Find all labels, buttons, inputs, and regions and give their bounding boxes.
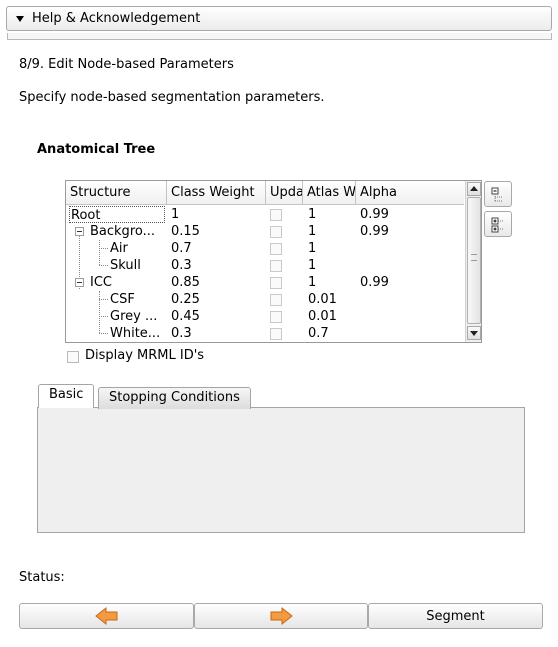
atlas-weight: 1 xyxy=(308,241,317,256)
tab-stopping-conditions[interactable]: Stopping Conditions xyxy=(98,387,251,409)
class-weight: 0.3 xyxy=(171,326,192,341)
class-weight: 0.7 xyxy=(171,241,192,256)
atlas-weight: 1 xyxy=(308,207,317,222)
column-alpha[interactable]: Alpha xyxy=(356,181,464,205)
collapse-tree-icon xyxy=(491,187,502,202)
tree-row-skull[interactable]: Skull 0.3 1 xyxy=(66,257,464,274)
atlas-weight: 1 xyxy=(308,258,317,273)
class-weight: 0.45 xyxy=(171,309,200,324)
structure-name: CSF xyxy=(110,292,135,307)
help-collapsed-panel xyxy=(7,33,552,40)
collapse-triangle-icon xyxy=(16,15,24,22)
back-button[interactable] xyxy=(19,603,194,629)
update-checkbox[interactable] xyxy=(270,277,282,289)
tree-row-root[interactable]: Root 1 1 0.99 xyxy=(66,206,464,223)
alpha: 0.99 xyxy=(360,207,389,222)
segment-button-label: Segment xyxy=(426,608,485,624)
update-checkbox[interactable] xyxy=(270,243,282,255)
display-mrml-ids-label[interactable]: Display MRML ID's xyxy=(85,348,204,363)
status-label: Status: xyxy=(19,570,65,585)
step-description: Specify node-based segmentation paramete… xyxy=(19,90,325,105)
atlas-weight: 1 xyxy=(308,224,317,239)
structure-name: ICC xyxy=(90,275,112,290)
column-structure[interactable]: Structure xyxy=(66,181,167,205)
anatomical-tree-heading: Anatomical Tree xyxy=(37,142,156,157)
class-weight: 0.3 xyxy=(171,258,192,273)
update-checkbox[interactable] xyxy=(270,260,282,272)
tree-header: Structure Class Weight Upda Atlas W Alph… xyxy=(66,181,464,205)
next-button[interactable] xyxy=(194,603,368,629)
update-checkbox[interactable] xyxy=(270,226,282,238)
atlas-weight: 0.7 xyxy=(308,326,329,341)
collapse-node-icon[interactable] xyxy=(75,278,84,287)
help-title: Help & Acknowledgement xyxy=(32,11,201,26)
atlas-weight: 0.01 xyxy=(308,292,337,307)
tree-row-background[interactable]: Backgro... 0.15 1 0.99 xyxy=(66,223,464,240)
scroll-down-button[interactable] xyxy=(467,326,481,340)
scroll-up-button[interactable] xyxy=(467,182,481,196)
update-checkbox[interactable] xyxy=(270,311,282,323)
structure-name: Air xyxy=(110,241,128,256)
tree-row-icc[interactable]: ICC 0.85 1 0.99 xyxy=(66,274,464,291)
segment-button[interactable]: Segment xyxy=(368,603,543,629)
arrow-left-icon xyxy=(94,606,117,626)
alpha: 0.99 xyxy=(360,224,389,239)
expand-tree-icon xyxy=(491,217,503,233)
tab-content-panel xyxy=(37,407,525,533)
atlas-weight: 0.01 xyxy=(308,309,337,324)
tree-row-white-matter[interactable]: White... 0.3 0.7 xyxy=(66,325,464,342)
update-checkbox[interactable] xyxy=(270,294,282,306)
alpha: 0.99 xyxy=(360,275,389,290)
class-weight: 0.85 xyxy=(171,275,200,290)
structure-name: White... xyxy=(110,326,161,341)
tree-row-air[interactable]: Air 0.7 1 xyxy=(66,240,464,257)
step-title: 8/9. Edit Node-based Parameters xyxy=(19,57,234,72)
arrow-right-icon xyxy=(270,606,293,626)
column-atlas-weight[interactable]: Atlas W xyxy=(303,181,356,205)
tab-basic[interactable]: Basic xyxy=(38,384,95,408)
column-class-weight[interactable]: Class Weight xyxy=(167,181,266,205)
column-update[interactable]: Upda xyxy=(266,181,303,205)
tree-vertical-scrollbar[interactable] xyxy=(465,181,481,342)
chevron-up-icon xyxy=(470,186,478,191)
tree-row-grey-matter[interactable]: Grey ... 0.45 0.01 xyxy=(66,308,464,325)
structure-name: Backgro... xyxy=(90,224,155,239)
class-weight: 1 xyxy=(171,207,180,222)
display-mrml-ids-checkbox[interactable] xyxy=(67,351,79,363)
scrollbar-thumb[interactable] xyxy=(467,197,481,324)
class-weight: 0.25 xyxy=(171,292,200,307)
update-checkbox[interactable] xyxy=(270,209,282,221)
structure-name: Grey ... xyxy=(110,309,158,324)
tree-row-csf[interactable]: CSF 0.25 0.01 xyxy=(66,291,464,308)
collapse-all-button[interactable] xyxy=(484,181,512,207)
atlas-weight: 1 xyxy=(308,275,317,290)
help-acknowledgement-header[interactable]: Help & Acknowledgement xyxy=(6,6,552,31)
class-weight: 0.15 xyxy=(171,224,200,239)
structure-name: Skull xyxy=(110,258,141,273)
update-checkbox[interactable] xyxy=(270,328,282,340)
collapse-node-icon[interactable] xyxy=(75,227,84,236)
expand-all-button[interactable] xyxy=(484,211,512,237)
chevron-down-icon xyxy=(470,331,478,336)
structure-name: Root xyxy=(69,206,165,223)
anatomical-tree-view[interactable]: Structure Class Weight Upda Atlas W Alph… xyxy=(65,180,482,343)
